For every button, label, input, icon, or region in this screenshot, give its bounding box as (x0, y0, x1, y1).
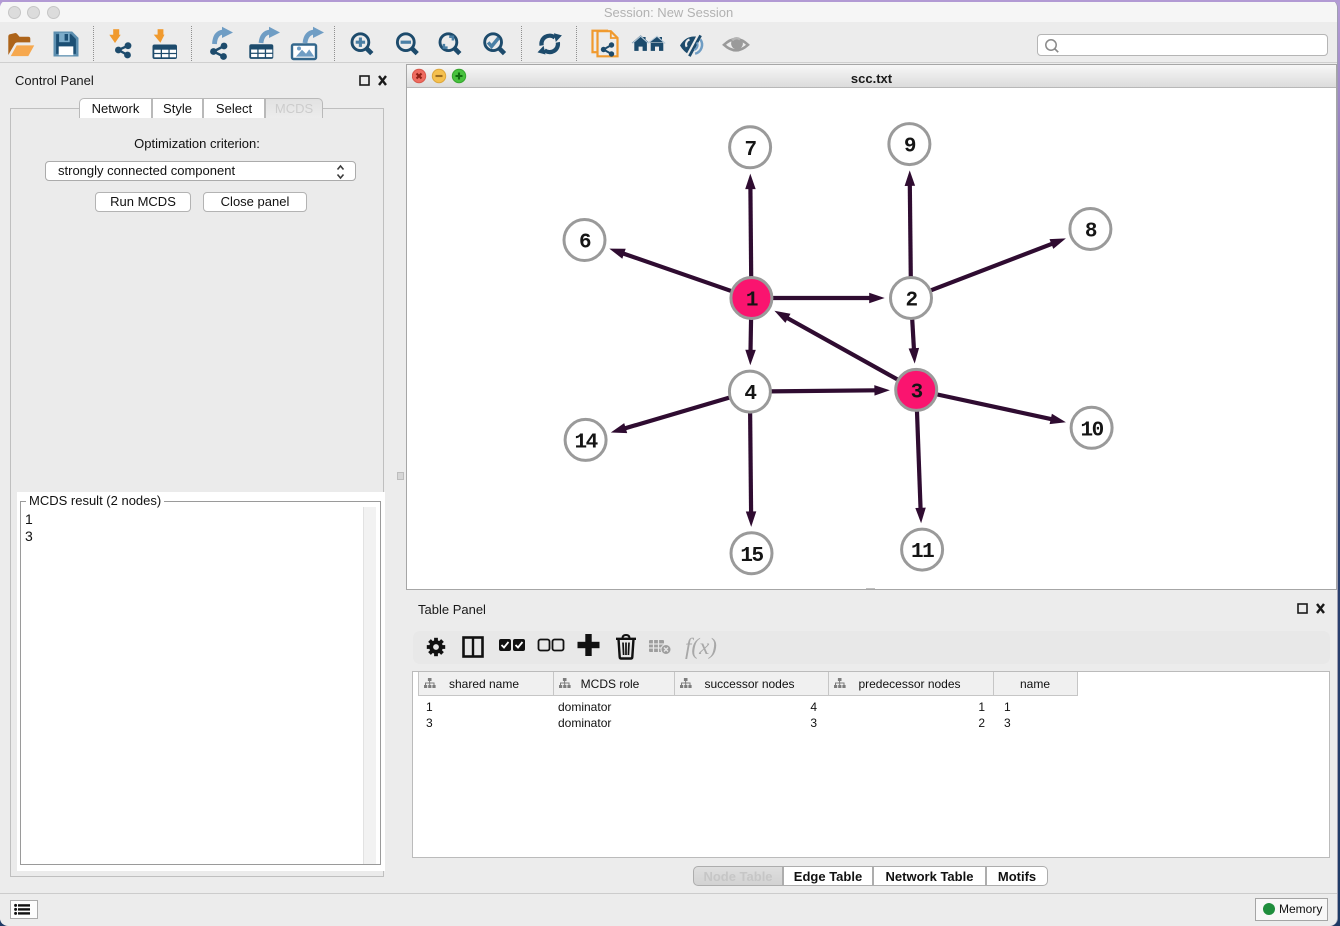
svg-text:3: 3 (426, 716, 433, 730)
svg-text:6: 6 (579, 232, 591, 255)
svg-text:predecessor nodes: predecessor nodes (858, 677, 960, 691)
svg-text:2: 2 (905, 290, 917, 313)
svg-text:shared name: shared name (449, 677, 519, 691)
svg-text:name: name (1020, 677, 1050, 691)
svg-text:10: 10 (1080, 419, 1103, 442)
svg-text:f(x): f(x) (685, 634, 717, 659)
svg-text:4: 4 (810, 700, 817, 714)
svg-text:15: 15 (740, 545, 763, 568)
svg-text:MCDS role: MCDS role (581, 677, 640, 691)
svg-text:2: 2 (978, 716, 985, 730)
svg-text:3: 3 (911, 382, 923, 405)
svg-text:dominator: dominator (558, 700, 611, 714)
svg-text:11: 11 (911, 541, 934, 564)
svg-text:4: 4 (744, 383, 756, 406)
svg-text:1: 1 (426, 700, 433, 714)
svg-text:successor nodes: successor nodes (704, 677, 794, 691)
svg-text:3: 3 (1004, 716, 1011, 730)
svg-text:9: 9 (904, 136, 916, 159)
svg-text:1: 1 (1004, 700, 1011, 714)
svg-text:8: 8 (1085, 221, 1097, 244)
svg-text:14: 14 (574, 432, 597, 455)
svg-text:dominator: dominator (558, 716, 611, 730)
svg-text:7: 7 (745, 139, 757, 162)
svg-text:3: 3 (810, 716, 817, 730)
svg-text:1: 1 (746, 290, 758, 313)
svg-text:1: 1 (978, 700, 985, 714)
